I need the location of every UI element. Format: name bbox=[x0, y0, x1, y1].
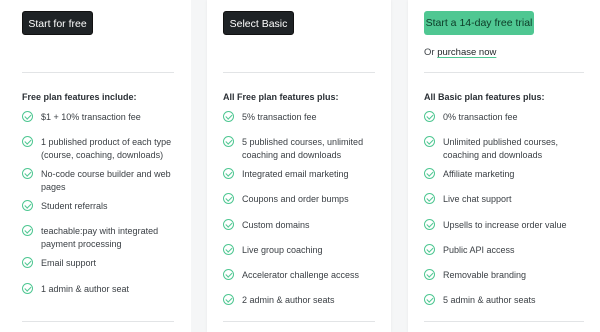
feature-item: 1 admin & author seat bbox=[22, 283, 172, 296]
check-circle-icon bbox=[424, 219, 435, 230]
select-basic-button[interactable]: Select Basic bbox=[223, 11, 294, 35]
feature-item: Public API access bbox=[424, 244, 584, 257]
features-heading: All Free plan features plus: bbox=[223, 92, 339, 102]
feature-item: 5 published courses, unlimited coaching … bbox=[223, 136, 375, 162]
feature-item: Email support bbox=[22, 257, 172, 270]
feature-item: Live chat support bbox=[424, 193, 584, 206]
check-circle-icon bbox=[424, 244, 435, 255]
check-circle-icon bbox=[223, 111, 234, 122]
check-circle-icon bbox=[424, 136, 435, 147]
divider bbox=[424, 321, 584, 322]
feature-item: 5 admin & author seats bbox=[424, 294, 584, 307]
feature-item: Coupons and order bumps bbox=[223, 193, 375, 206]
feature-item: Affiliate marketing bbox=[424, 168, 584, 181]
feature-item: Upsells to increase order value bbox=[424, 219, 584, 232]
feature-item: 0% transaction fee bbox=[424, 111, 584, 124]
check-circle-icon bbox=[22, 111, 33, 122]
check-circle-icon bbox=[223, 294, 234, 305]
divider bbox=[223, 72, 375, 73]
feature-item: Live group coaching bbox=[223, 244, 375, 257]
feature-item: Accelerator challenge access bbox=[223, 269, 375, 282]
divider bbox=[22, 72, 174, 73]
features-heading: All Basic plan features plus: bbox=[424, 92, 545, 102]
check-circle-icon bbox=[223, 136, 234, 147]
feature-item: Custom domains bbox=[223, 219, 375, 232]
divider bbox=[424, 72, 584, 73]
feature-item: 1 published product of each type (course… bbox=[22, 136, 172, 162]
check-circle-icon bbox=[424, 269, 435, 280]
check-circle-icon bbox=[22, 200, 33, 211]
feature-item: No-code course builder and web pages bbox=[22, 168, 172, 194]
check-circle-icon bbox=[424, 294, 435, 305]
check-circle-icon bbox=[223, 244, 234, 255]
plan-card-basic: Select Basic All Free plan features plus… bbox=[207, 0, 391, 332]
feature-item: Student referrals bbox=[22, 200, 172, 213]
feature-item: Unlimited published courses, coaching an… bbox=[424, 136, 584, 162]
check-circle-icon bbox=[22, 225, 33, 236]
start-free-trial-button[interactable]: Start a 14-day free trial bbox=[424, 11, 534, 35]
check-circle-icon bbox=[22, 283, 33, 294]
divider bbox=[223, 321, 375, 322]
check-circle-icon bbox=[424, 168, 435, 179]
check-circle-icon bbox=[223, 168, 234, 179]
check-circle-icon bbox=[223, 219, 234, 230]
check-circle-icon bbox=[22, 168, 33, 179]
purchase-option: Or purchase now bbox=[424, 47, 497, 58]
divider bbox=[22, 321, 174, 322]
features-heading: Free plan features include: bbox=[22, 92, 137, 102]
purchase-now-link[interactable]: purchase now bbox=[437, 47, 496, 58]
plan-card-free: Start for free Free plan features includ… bbox=[0, 0, 191, 332]
check-circle-icon bbox=[424, 193, 435, 204]
feature-item: 2 admin & author seats bbox=[223, 294, 375, 307]
feature-item: Integrated email marketing bbox=[223, 168, 375, 181]
start-for-free-button[interactable]: Start for free bbox=[22, 11, 93, 35]
check-circle-icon bbox=[22, 257, 33, 268]
feature-item: 5% transaction fee bbox=[223, 111, 375, 124]
check-circle-icon bbox=[22, 136, 33, 147]
feature-item: teachable:pay with integrated payment pr… bbox=[22, 225, 172, 251]
check-circle-icon bbox=[223, 269, 234, 280]
check-circle-icon bbox=[223, 193, 234, 204]
plan-card-pro: Start a 14-day free trial Or purchase no… bbox=[408, 0, 600, 332]
feature-item: $1 + 10% transaction fee bbox=[22, 111, 172, 124]
feature-item: Removable branding bbox=[424, 269, 584, 282]
check-circle-icon bbox=[424, 111, 435, 122]
